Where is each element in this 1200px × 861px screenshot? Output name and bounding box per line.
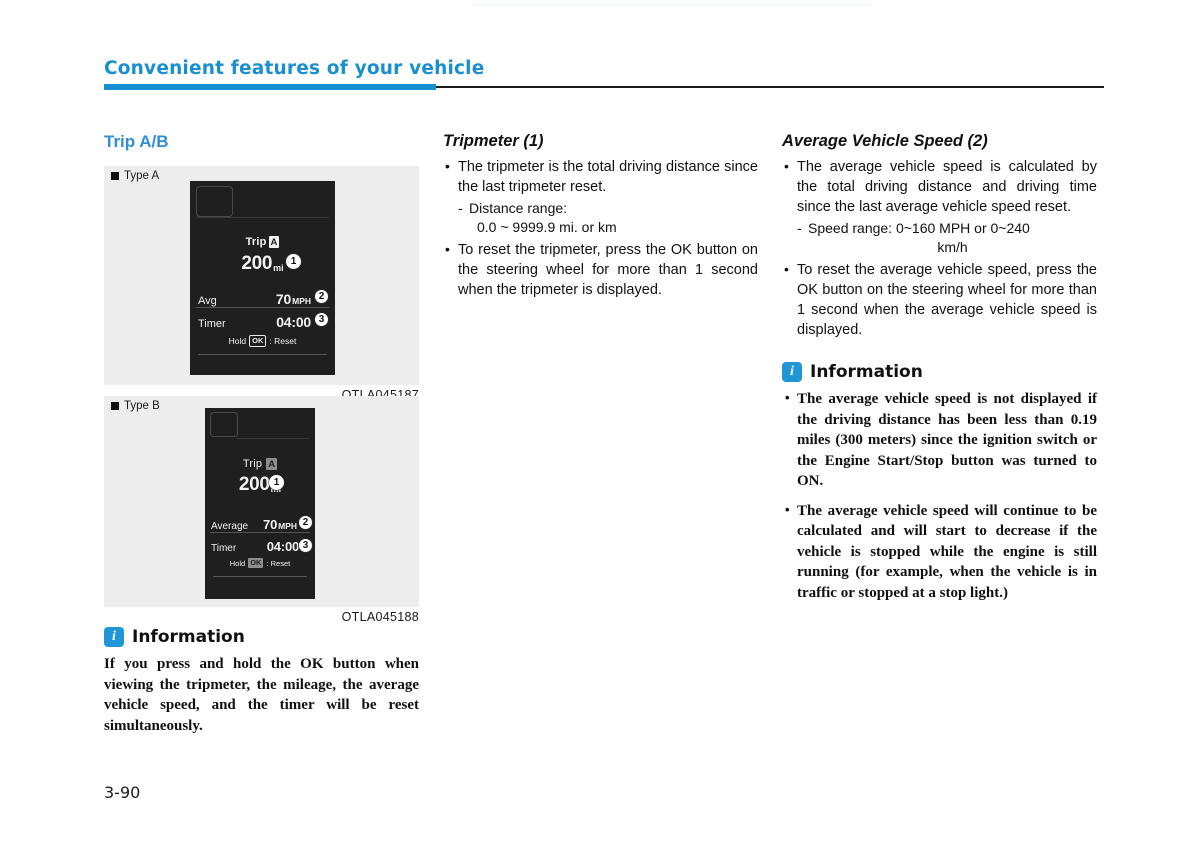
information-body-left: If you press and hold the OK button when… [104,656,419,734]
figure-type-b: Type B Trip A 200 mi 1 [104,396,419,624]
header-rule-line [436,86,1104,88]
screen-top-box [196,186,233,217]
reset-text-a: : Reset [269,336,297,346]
info-icon: i [782,362,802,382]
callout-2-b: 2 [298,515,313,530]
screen-divider-avg-top-a [196,307,329,308]
trip-badge-b: A [266,458,278,470]
screen-divider-avg-b [210,532,310,533]
trip-word-b: Trip [242,458,263,470]
avg-value-b: 70 [263,517,278,532]
information-header-left: i Information [104,627,419,647]
callout-1-b: 1 [269,475,284,490]
info-icon: i [104,627,124,647]
type-a-label: Type A [111,170,159,182]
tripmeter-sub-label: Distance range: [469,200,568,216]
section-heading-tripmeter: Tripmeter (1) [443,132,544,150]
distance-value-b: 200 [238,474,270,495]
trip-label-row-a: Trip A [190,236,335,248]
information-header-right: i Information [782,362,1097,382]
information-bullet-list-right: The average vehicle speed is not display… [782,388,1097,604]
header-rule-accent [104,84,436,90]
timer-value-b: 04:00 [266,539,299,554]
callout-3-a: 3 [314,312,329,327]
running-header: Convenient features of your vehicle [104,58,1104,90]
information-bullet-1: The average vehicle speed is not display… [782,388,1097,492]
information-bullet-2: The average vehicle speed will continue … [782,500,1097,604]
trip-badge-a: A [268,236,280,248]
cluster-screen-type-b: Trip A 200 mi 1 Average 70 MPH [205,408,315,599]
distance-value-a: 200 [241,253,273,274]
timer-label-b: Timer [211,543,237,554]
avg-label-b: Average [211,521,249,532]
distance-unit-a: mi [273,263,284,273]
cluster-screen-type-a: Trip A 200 mi 1 Avg 70 MPH 2 Timer 04:00… [190,181,335,375]
distance-row-a: 200 mi [190,253,335,275]
square-bullet-icon [111,172,119,180]
information-title-left: Information [132,627,245,647]
avg-unit-a: MPH [292,296,311,306]
screen-top-box-b [210,412,238,437]
avg-speed-sub-item: Speed range: 0~160 MPH or 0~240 km/h [782,219,1097,257]
distance-row-b: 200 mi [205,474,315,496]
avg-row-a: Avg 70 MPH [190,291,335,307]
avg-label-a: Avg [198,295,217,307]
information-title-right: Information [810,362,923,382]
section-heading-trip: Trip A/B [104,132,169,151]
header-rule-group [104,84,1104,90]
avg-speed-bullet-list: The average vehicle speed is calculated … [782,156,1097,340]
timer-value-a: 04:00 [276,314,311,330]
hold-reset-row-a: Hold OK : Reset [190,335,335,347]
timer-label-a: Timer [198,318,226,330]
callout-1-a: 1 [286,254,301,269]
right-column: Average Vehicle Speed (2) The average ve… [782,132,1097,736]
avg-speed-bullet-2: To reset the average vehicle speed, pres… [782,259,1097,340]
avg-unit-b: MPH [278,521,297,531]
screen-top-divider [196,217,329,218]
left-column: Trip A/B Type A Trip A 200 mi 1 Avg 70 M… [104,132,419,736]
type-a-label-text: Type A [124,170,160,182]
reset-text-b: : Reset [266,558,291,568]
type-b-label: Type B [111,400,160,412]
ok-key-a: OK [249,335,267,347]
figure-type-a: Type A Trip A 200 mi 1 Avg 70 MPH 2 Time… [104,166,419,402]
callout-3-b: 3 [298,538,313,553]
screen-top-divider-b [237,438,309,439]
avg-speed-bullet-1: The average vehicle speed is calculated … [782,156,1097,217]
tripmeter-bullet-1: The tripmeter is the total driving dista… [443,156,758,197]
trip-word-a: Trip [245,236,267,248]
callout-2-a: 2 [314,289,329,304]
ok-key-b: OK [248,558,264,568]
hold-text-b: Hold [229,558,246,568]
square-bullet-icon [111,402,119,410]
type-b-label-text: Type B [124,400,160,412]
content-columns: Trip A/B Type A Trip A 200 mi 1 Avg 70 M… [104,132,1108,736]
screen-bottom-divider-b [213,576,307,577]
tripmeter-bullet-2: To reset the tripmeter, press the OK but… [443,239,758,300]
figure-caption-b: OTLA045188 [341,610,419,624]
header-title: Convenient features of your vehicle [104,58,485,79]
tripmeter-sub-value: 0.0 ~ 9999.9 mi. or km [477,219,617,235]
screen-bottom-divider-a [198,354,327,355]
hold-reset-row-b: Hold OK : Reset [205,558,315,568]
hold-text-a: Hold [228,336,247,346]
tripmeter-sub-item: Distance range: 0.0 ~ 9999.9 mi. or km [443,199,758,237]
section-heading-avg-speed: Average Vehicle Speed (2) [782,132,988,150]
middle-column: Tripmeter (1) The tripmeter is the total… [443,132,758,736]
manual-page: Convenient features of your vehicle Trip… [0,0,1200,861]
scan-artifact [472,0,872,7]
timer-row-a: Timer 04:00 [190,314,335,330]
avg-value-a: 70 [275,291,292,307]
tripmeter-bullet-list: The tripmeter is the total driving dista… [443,156,758,300]
avg-speed-sub-value: km/h [937,239,968,255]
trip-label-row-b: Trip A [205,458,315,470]
avg-speed-sub-label: Speed range: 0~160 MPH or 0~240 [808,220,1030,236]
page-number: 3-90 [104,783,141,802]
